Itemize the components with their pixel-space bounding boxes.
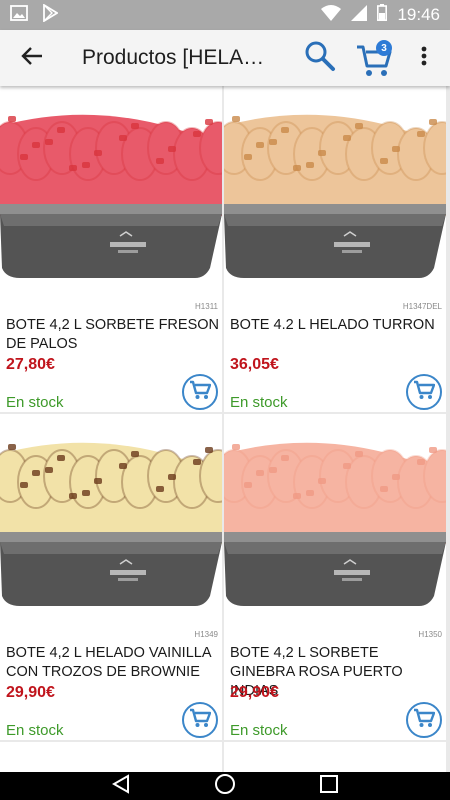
product-image	[0, 414, 222, 624]
stock-status: En stock	[230, 394, 288, 411]
cart-count-badge: 3	[376, 40, 392, 56]
search-icon	[304, 40, 336, 77]
more-options-button[interactable]	[410, 38, 438, 78]
product-price: 29,90€	[230, 684, 279, 701]
product-name: BOTE 4,2 L HELADO VAINILLA CON TROZOS DE…	[6, 645, 211, 680]
nav-back-button[interactable]	[111, 773, 130, 799]
add-to-cart-button[interactable]	[182, 702, 218, 738]
arrow-left-icon	[21, 46, 43, 71]
add-to-cart-button[interactable]	[406, 374, 442, 410]
product-price: 29,90€	[6, 684, 55, 701]
product-code: H1311	[195, 302, 218, 311]
product-image	[224, 414, 446, 624]
app-bar: Productos [HELA… 3	[0, 30, 450, 86]
stock-status: En stock	[6, 394, 64, 411]
nav-recents-button[interactable]	[320, 774, 338, 798]
status-time: 19:46	[397, 5, 440, 24]
product-grid: H1311 BOTE 4,2 L SORBETE FRESON DE PALOS…	[0, 86, 450, 772]
page-title: Productos [HELA…	[82, 46, 265, 69]
nav-home-button[interactable]	[214, 773, 236, 800]
product-code: H1347DEL	[402, 302, 442, 311]
cart-icon	[413, 380, 436, 405]
product-name: BOTE 4,2 L SORBETE FRESON DE PALOS	[6, 317, 219, 352]
product-card[interactable]: H1347DEL BOTE 4.2 L HELADO TURRON 36,05€…	[224, 86, 446, 412]
cart-icon	[189, 380, 212, 405]
product-price: 27,80€	[6, 356, 55, 373]
product-price: 36,05€	[230, 356, 279, 373]
wifi-icon	[321, 4, 342, 26]
product-name: BOTE 4.2 L HELADO TURRON	[230, 317, 435, 333]
more-vert-icon	[421, 46, 427, 71]
add-to-cart-button[interactable]	[182, 374, 218, 410]
cart-button[interactable]: 3	[354, 34, 398, 82]
product-card[interactable]: H1349 BOTE 4,2 L HELADO VAINILLA CON TRO…	[0, 414, 222, 740]
image-icon	[10, 4, 28, 26]
product-card[interactable]: H1311 BOTE 4,2 L SORBETE FRESON DE PALOS…	[0, 86, 222, 412]
product-code: H1349	[194, 630, 218, 639]
product-code: H1350	[418, 630, 442, 639]
search-button[interactable]	[300, 38, 340, 78]
cart-icon	[413, 708, 436, 733]
product-image	[0, 86, 222, 296]
battery-icon	[377, 4, 388, 26]
stock-status: En stock	[230, 722, 288, 739]
product-image	[224, 86, 446, 296]
signal-icon	[351, 4, 368, 26]
play-store-icon	[42, 2, 59, 27]
system-nav-bar	[0, 772, 450, 800]
status-bar: 19:46	[0, 0, 450, 30]
back-button[interactable]	[0, 30, 64, 86]
cart-icon	[189, 708, 212, 733]
stock-status: En stock	[6, 722, 64, 739]
product-card-partial[interactable]	[224, 742, 446, 772]
add-to-cart-button[interactable]	[406, 702, 442, 738]
product-card[interactable]: H1350 BOTE 4,2 L SORBETE GINEBRA ROSA PU…	[224, 414, 446, 740]
product-card-partial[interactable]	[0, 742, 222, 772]
